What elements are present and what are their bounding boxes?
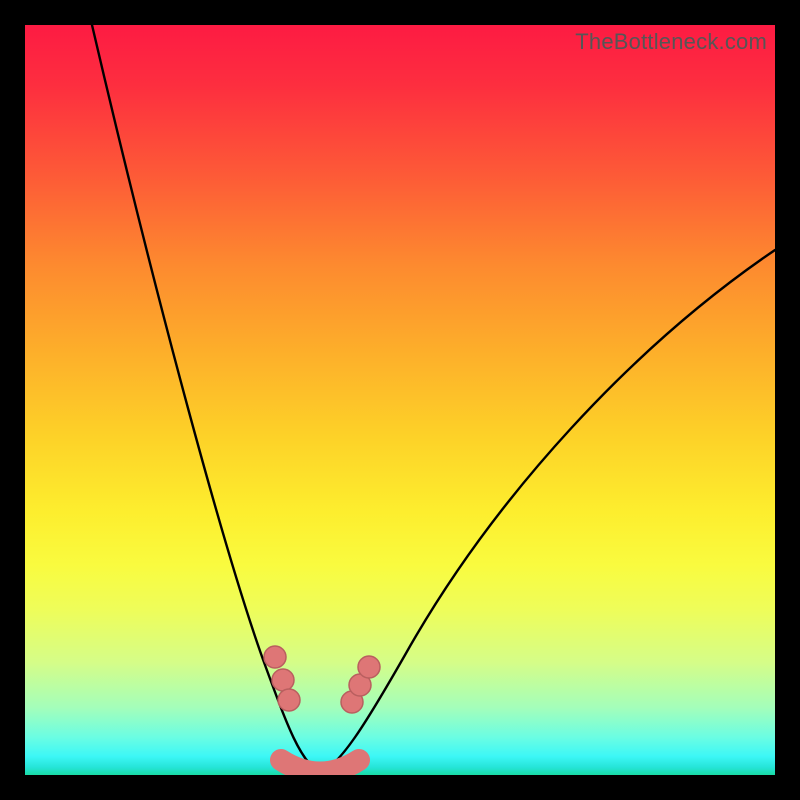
marker-group — [264, 646, 380, 713]
marker-dot — [278, 689, 300, 711]
right-curve — [320, 250, 775, 773]
marker-dot — [358, 656, 380, 678]
marker-dot — [272, 669, 294, 691]
gradient-plot-area: TheBottleneck.com — [25, 25, 775, 775]
minimum-arc-marker — [281, 760, 359, 773]
marker-dot — [264, 646, 286, 668]
bottleneck-curve-chart — [25, 25, 775, 775]
